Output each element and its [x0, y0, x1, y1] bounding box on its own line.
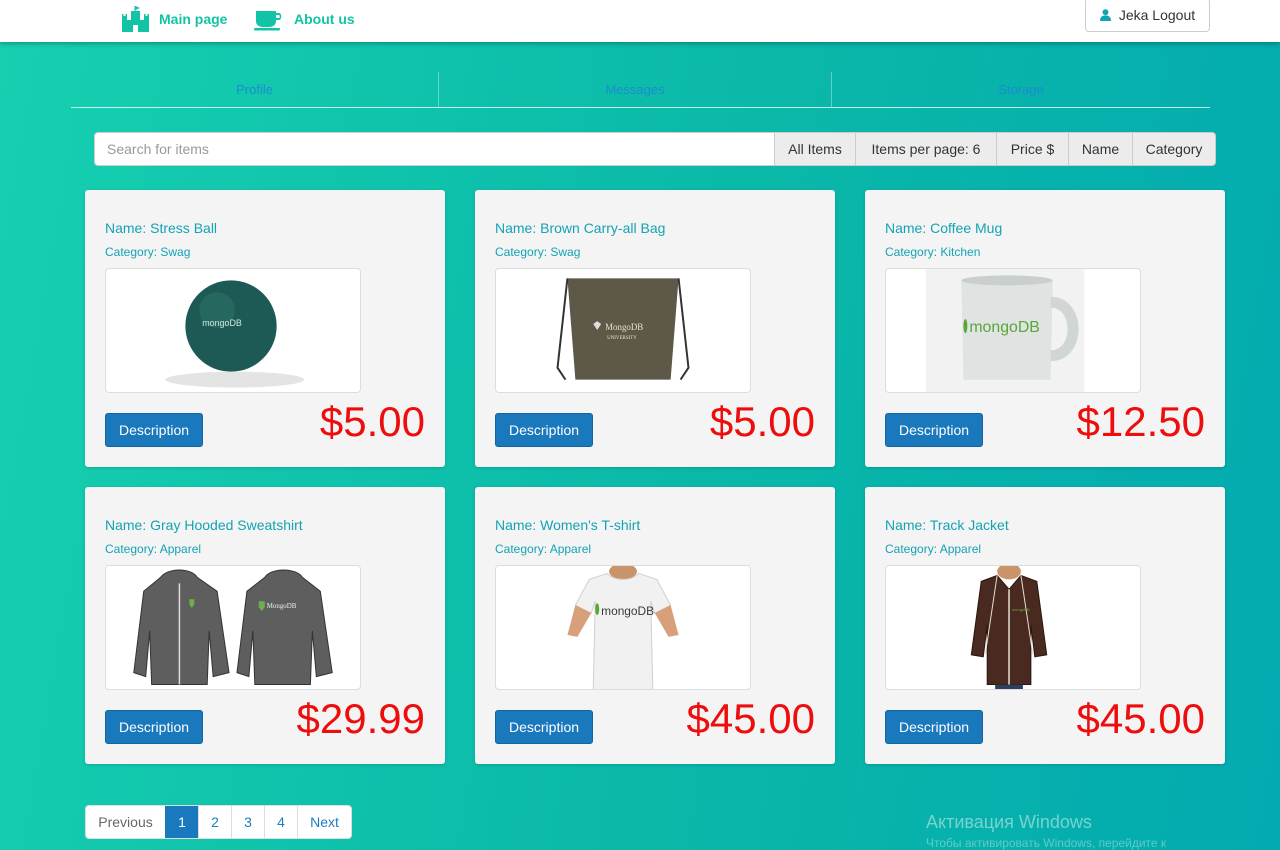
product-price: $29.99	[296, 695, 425, 742]
tab-profile[interactable]: Profile	[71, 72, 438, 107]
all-items-button[interactable]: All Items	[775, 132, 856, 166]
sort-name-button[interactable]: Name	[1069, 132, 1133, 166]
page-2-button[interactable]: 2	[198, 806, 231, 838]
logout-button[interactable]: Jeka Logout	[1085, 0, 1210, 32]
top-navbar: Main page About us Jeka Logout	[0, 0, 1280, 42]
sort-price-button[interactable]: Price $	[997, 132, 1069, 166]
windows-activation-watermark: Активация Windows	[926, 812, 1092, 832]
svg-text:mongoDB: mongoDB	[1012, 607, 1030, 612]
product-price: $5.00	[319, 398, 425, 445]
main-page-label: Main page	[159, 11, 228, 27]
items-per-page-button[interactable]: Items per page: 6	[856, 132, 997, 166]
product-price: $12.50	[1076, 398, 1205, 445]
product-image: mongoDB	[885, 268, 1141, 393]
about-us-link[interactable]: About us	[254, 0, 355, 38]
logout-label: Jeka Logout	[1118, 7, 1196, 23]
description-button[interactable]: Description	[885, 710, 983, 744]
description-button[interactable]: Description	[495, 710, 593, 744]
product-card: Name: Women's T-shirt Category: Apparel …	[475, 487, 835, 764]
product-image: MongoDB	[105, 565, 361, 690]
stress-ball-image: mongoDB	[165, 280, 305, 388]
coffee-mug-image: mongoDB	[925, 269, 1085, 392]
svg-text:MongoDB: MongoDB	[605, 322, 643, 332]
product-name: Name: Stress Ball	[105, 220, 218, 236]
page-3-button[interactable]: 3	[231, 806, 264, 838]
coffee-cup-icon	[254, 7, 284, 31]
main-page-link[interactable]: Main page	[122, 0, 227, 38]
tab-storage[interactable]: Storage	[831, 72, 1210, 107]
carry-all-bag-image: MongoDB UNIVERSITY	[556, 278, 690, 381]
product-price: $45.00	[1076, 695, 1205, 742]
pagination: Previous 1 2 3 4 Next	[85, 805, 352, 839]
product-image: mongoDB	[885, 565, 1141, 690]
product-image: mongoDB	[495, 565, 751, 690]
product-price: $5.00	[709, 398, 815, 445]
product-name: Name: Gray Hooded Sweatshirt	[105, 517, 303, 533]
product-category: Category: Apparel	[105, 542, 202, 556]
product-category: Category: Swag	[105, 245, 191, 259]
product-name: Name: Brown Carry-all Bag	[495, 220, 666, 236]
previous-page-button[interactable]: Previous	[86, 806, 165, 838]
product-category: Category: Swag	[495, 245, 581, 259]
product-category: Category: Kitchen	[885, 245, 981, 259]
product-card: Name: Gray Hooded Sweatshirt Category: A…	[85, 487, 445, 764]
svg-text:UNIVERSITY: UNIVERSITY	[607, 336, 637, 341]
product-name: Name: Women's T-shirt	[495, 517, 641, 533]
product-name: Name: Track Jacket	[885, 517, 1009, 533]
section-tabs: Profile Messages Storage	[71, 72, 1210, 108]
description-button[interactable]: Description	[105, 413, 203, 447]
tshirt-image: mongoDB	[567, 566, 679, 689]
product-card: Name: Coffee Mug Category: Kitchen mongo…	[865, 190, 1225, 467]
svg-text:MongoDB: MongoDB	[267, 602, 297, 610]
product-name: Name: Coffee Mug	[885, 220, 1003, 236]
user-icon	[1099, 9, 1111, 21]
product-image: MongoDB UNIVERSITY	[495, 268, 751, 393]
sort-category-button[interactable]: Category	[1133, 132, 1216, 166]
about-us-label: About us	[294, 11, 355, 27]
search-input[interactable]	[94, 132, 775, 166]
product-category: Category: Apparel	[495, 542, 592, 556]
product-category: Category: Apparel	[885, 542, 982, 556]
product-card: Name: Brown Carry-all Bag Category: Swag…	[475, 190, 835, 467]
page-1-button[interactable]: 1	[165, 806, 198, 838]
castle-icon	[122, 6, 149, 32]
product-image: mongoDB	[105, 268, 361, 393]
product-card: Name: Stress Ball Category: Swag mongoDB…	[85, 190, 445, 467]
description-button[interactable]: Description	[495, 413, 593, 447]
next-page-button[interactable]: Next	[297, 806, 351, 838]
page-4-button[interactable]: 4	[264, 806, 297, 838]
search-toolbar: All Items Items per page: 6 Price $ Name…	[94, 132, 1216, 166]
svg-text:mongoDB: mongoDB	[969, 319, 1040, 336]
track-jacket-image: mongoDB	[970, 566, 1048, 689]
description-button[interactable]: Description	[885, 413, 983, 447]
tab-messages[interactable]: Messages	[438, 72, 831, 107]
windows-activation-subtitle: Чтобы активировать Windows, перейдите к	[926, 836, 1167, 850]
svg-text:mongoDB: mongoDB	[202, 318, 242, 328]
hooded-sweatshirt-image: MongoDB	[133, 569, 333, 686]
product-price: $45.00	[686, 695, 815, 742]
svg-text:mongoDB: mongoDB	[601, 604, 654, 618]
description-button[interactable]: Description	[105, 710, 203, 744]
product-card: Name: Track Jacket Category: Apparel mon…	[865, 487, 1225, 764]
